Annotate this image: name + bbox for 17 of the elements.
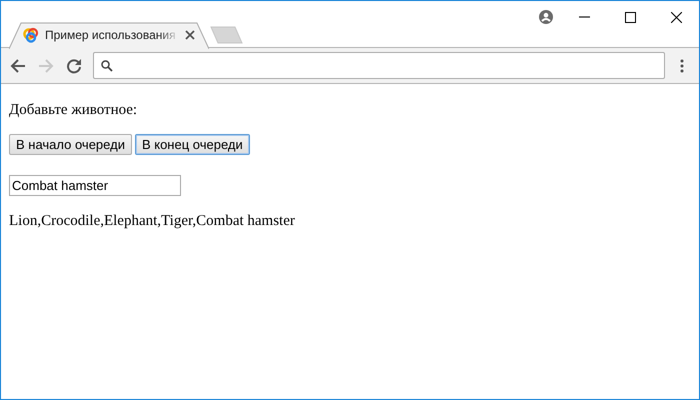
queue-output: Lion,Crocodile,Elephant,Tiger,Combat hamster xyxy=(9,213,296,230)
profile-icon[interactable] xyxy=(539,10,553,24)
site-logo-icon xyxy=(23,27,39,43)
tab-title: Пример использования xyxy=(45,28,177,42)
prompt-text: Добавьте животное: xyxy=(9,102,138,119)
queue-button[interactable]: В начало очереди xyxy=(9,134,132,155)
maximize-icon[interactable] xyxy=(624,12,636,22)
minimize-icon[interactable] xyxy=(578,16,590,18)
menu-icon[interactable] xyxy=(680,58,684,72)
browser-tab[interactable]: Пример использования xyxy=(9,22,209,48)
close-icon[interactable] xyxy=(185,30,195,40)
queue-button[interactable]: В конец очереди xyxy=(134,134,250,155)
reload-icon[interactable] xyxy=(66,58,82,74)
back-arrow-icon[interactable] xyxy=(10,58,26,72)
close-window-icon[interactable] xyxy=(670,12,682,22)
animal-input[interactable]: Combat hamster xyxy=(9,175,181,196)
search-icon xyxy=(101,60,113,72)
